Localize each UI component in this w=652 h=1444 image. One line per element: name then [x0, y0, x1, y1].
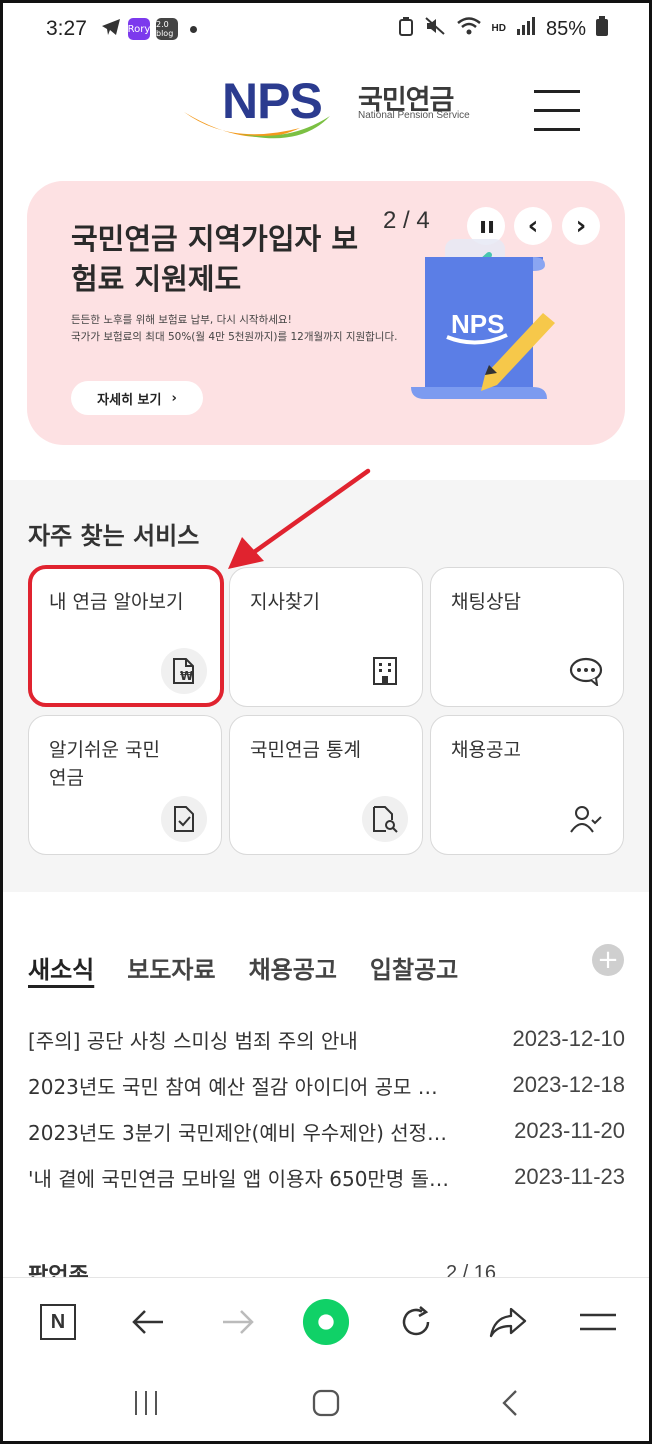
- back-icon[interactable]: [490, 1383, 530, 1423]
- banner-desc-line2: 국가가 보험료의 최대 50%(월 4만 5천원까지)를 12개월까지 지원합니…: [71, 331, 398, 343]
- popup-zone-title: 팝업존: [28, 1264, 89, 1278]
- reload-icon[interactable]: [392, 1298, 440, 1346]
- service-label: 채용공고: [451, 739, 521, 761]
- document-search-icon: [362, 796, 408, 842]
- status-time: 3:27: [46, 17, 87, 40]
- news-list: [주의] 공단 사칭 스미싱 범죄 주의 안내 2023-12-10 2023년…: [28, 1016, 625, 1200]
- back-arrow-icon[interactable]: [124, 1298, 172, 1346]
- naver-home-letter: N: [40, 1304, 76, 1340]
- service-label: 지사찾기: [250, 591, 320, 613]
- news-date: 2023-11-23: [514, 1164, 625, 1189]
- hd-voice-icon: HD: [491, 23, 506, 34]
- service-card-easy-pension[interactable]: 알기쉬운 국민연금: [28, 715, 222, 855]
- news-title: 2023년도 3분기 국민제안(예비 우수제안) 선정…: [28, 1120, 448, 1145]
- forward-arrow-icon[interactable]: [214, 1298, 262, 1346]
- popup-zone-pager: 2 / 16: [446, 1262, 497, 1278]
- building-icon: [362, 648, 408, 694]
- rory-icon: Rory: [128, 18, 150, 40]
- share-icon[interactable]: [484, 1298, 532, 1346]
- wifi-icon: [456, 16, 482, 42]
- mute-icon: [424, 16, 446, 42]
- banner-description: 든든한 노후를 위해 보험료 납부, 다시 시작하세요! 국가가 보험료의 최대…: [71, 312, 451, 346]
- hamburger-menu-icon[interactable]: [534, 90, 580, 132]
- news-tabs: 새소식 보도자료 채용공고 입찰공고: [28, 950, 458, 985]
- service-card-recruitment[interactable]: 채용공고: [430, 715, 624, 855]
- home-icon[interactable]: [306, 1383, 346, 1423]
- recycle-icon: [398, 16, 414, 42]
- recent-apps-icon[interactable]: [126, 1383, 166, 1423]
- service-label: 국민연금 통계: [250, 739, 361, 761]
- news-title: '내 곁에 국민연금 모바일 앱 이용자 650만명 돌…: [28, 1166, 449, 1191]
- illustration-nps-text: NPS: [451, 309, 504, 339]
- chat-bubble-icon: [563, 648, 609, 694]
- tab-press[interactable]: 보도자료: [127, 950, 215, 985]
- document-check-icon: [161, 796, 207, 842]
- battery-percent: 85%: [545, 17, 586, 40]
- browser-toolbar: N: [0, 1277, 652, 1365]
- document-pen-illustration: NPS: [411, 239, 555, 399]
- tab-news[interactable]: 새소식: [28, 950, 94, 985]
- news-title: 2023년도 국민 참여 예산 절감 아이디어 공모 …: [28, 1074, 438, 1099]
- service-card-chat[interactable]: 채팅상담: [430, 567, 624, 707]
- user-check-icon: [563, 796, 609, 842]
- banner-more-button[interactable]: 자세히 보기 ›: [71, 381, 203, 415]
- telegram-icon: [100, 16, 122, 42]
- nps-logo[interactable]: NPS 국민연금 National Pension Service: [180, 70, 480, 150]
- chevron-right-icon: ›: [171, 390, 177, 406]
- news-date: 2023-12-10: [512, 1026, 625, 1051]
- logo-english-text: National Pension Service: [358, 110, 470, 121]
- tab-recruitment[interactable]: 채용공고: [249, 950, 337, 985]
- menu-icon[interactable]: [574, 1298, 622, 1346]
- signal-icon: [516, 17, 536, 41]
- news-date: 2023-11-20: [514, 1118, 625, 1143]
- news-title: [주의] 공단 사칭 스미싱 범죄 주의 안내: [28, 1028, 358, 1053]
- logo-nps-text: NPS: [222, 73, 323, 129]
- news-item[interactable]: '내 곁에 국민연금 모바일 앱 이용자 650만명 돌… 2023-11-23: [28, 1154, 625, 1200]
- naver-home-icon[interactable]: N: [34, 1298, 82, 1346]
- news-item[interactable]: [주의] 공단 사칭 스미싱 범죄 주의 안내 2023-12-10: [28, 1016, 625, 1062]
- status-bar: 3:27 Rory 2.0 blog HD 85%: [0, 0, 652, 60]
- service-label: 채팅상담: [451, 591, 521, 613]
- blog-icon: 2.0 blog: [156, 18, 178, 40]
- more-plus-icon[interactable]: +: [592, 944, 624, 976]
- banner-title: 국민연금 지역가입자 보험료 지원제도: [71, 222, 358, 296]
- banner-pager: 2 / 4: [383, 207, 430, 234]
- services-heading: 자주 찾는 서비스: [28, 522, 200, 550]
- next-icon[interactable]: ›: [562, 207, 600, 245]
- news-item[interactable]: 2023년도 국민 참여 예산 절감 아이디어 공모 … 2023-12-18: [28, 1062, 625, 1108]
- service-card-branch[interactable]: 지사찾기: [229, 567, 423, 707]
- news-item[interactable]: 2023년도 3분기 국민제안(예비 우수제안) 선정… 2023-11-20: [28, 1108, 625, 1154]
- notification-dot-icon: [190, 25, 197, 33]
- annotation-highlight-box: [28, 565, 224, 707]
- banner-desc-line1: 든든한 노후를 위해 보험료 납부, 다시 시작하세요!: [71, 314, 292, 326]
- green-circle-icon[interactable]: [302, 1298, 350, 1346]
- annotation-arrow-icon: [228, 468, 371, 569]
- banner-more-label: 자세히 보기: [97, 392, 162, 408]
- service-card-statistics[interactable]: 국민연금 통계: [229, 715, 423, 855]
- system-nav-bar: [0, 1365, 652, 1441]
- service-label: 알기쉬운 국민연금: [49, 739, 160, 789]
- news-date: 2023-12-18: [512, 1072, 625, 1097]
- promo-banner[interactable]: 국민연금 지역가입자 보험료 지원제도 든든한 노후를 위해 보험료 납부, 다…: [27, 181, 625, 445]
- tab-bidding[interactable]: 입찰공고: [370, 950, 458, 985]
- battery-icon: [596, 16, 608, 42]
